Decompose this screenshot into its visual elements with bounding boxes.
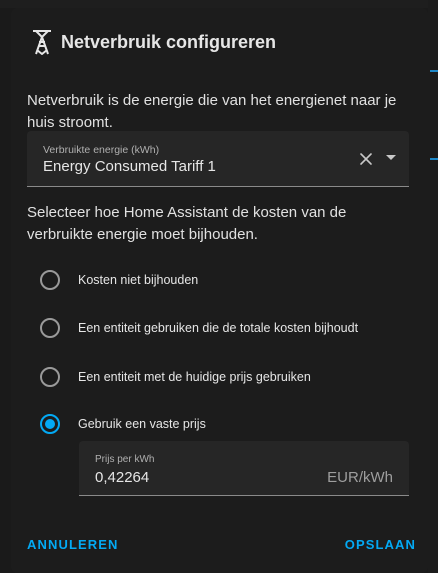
dialog-title: Netverbruik configureren (61, 31, 277, 52)
menu-down-icon[interactable] (386, 155, 396, 160)
option-label: Een entiteit met de huidige prijs gebrui… (78, 370, 311, 384)
background-page (0, 0, 438, 8)
dialog-header: Netverbruik configureren (29, 28, 276, 56)
radio-button[interactable] (40, 270, 60, 290)
background-link-mark (430, 158, 438, 160)
configure-grid-consumption-dialog: Netverbruik configureren Netverbruik is … (11, 8, 428, 573)
price-unit-suffix: EUR/kWh (327, 469, 393, 486)
transmission-tower-icon (33, 30, 51, 55)
background-page-edge (428, 0, 438, 573)
option-current-price-entity[interactable]: Een entiteit met de huidige prijs gebrui… (40, 367, 311, 387)
close-icon[interactable] (357, 150, 375, 168)
background-link-mark (430, 70, 438, 72)
option-total-cost-entity[interactable]: Een entiteit gebruiken die de totale kos… (40, 318, 358, 338)
energy-field-value[interactable]: Energy Consumed Tariff 1 (43, 158, 216, 175)
cost-description: Selecteer hoe Home Assistant de kosten v… (27, 204, 347, 243)
energy-field-label: Verbruikte energie (kWh) (43, 144, 160, 156)
radio-button-selected[interactable] (40, 414, 60, 434)
dialog-description: Netverbruik is de energie die van het en… (27, 92, 397, 131)
option-label: Gebruik een vaste prijs (78, 417, 206, 431)
option-fixed-price[interactable]: Gebruik een vaste prijs (40, 414, 206, 434)
option-label: Een entiteit gebruiken die de totale kos… (78, 321, 359, 335)
option-no-cost[interactable]: Kosten niet bijhouden (40, 270, 198, 290)
radio-button[interactable] (40, 318, 60, 338)
price-field-value[interactable]: 0,42264 (95, 469, 149, 486)
radio-button[interactable] (40, 367, 60, 387)
save-button[interactable]: OPSLAAN (345, 537, 416, 552)
cancel-button[interactable]: ANNULEREN (27, 537, 119, 552)
price-field-label: Prijs per kWh (95, 454, 155, 465)
energy-entity-select[interactable]: Verbruikte energie (kWh) Energy Consumed… (27, 131, 409, 187)
option-label: Kosten niet bijhouden (78, 273, 199, 287)
price-per-kwh-input[interactable]: Prijs per kWh 0,42264 EUR/kWh (79, 441, 409, 496)
